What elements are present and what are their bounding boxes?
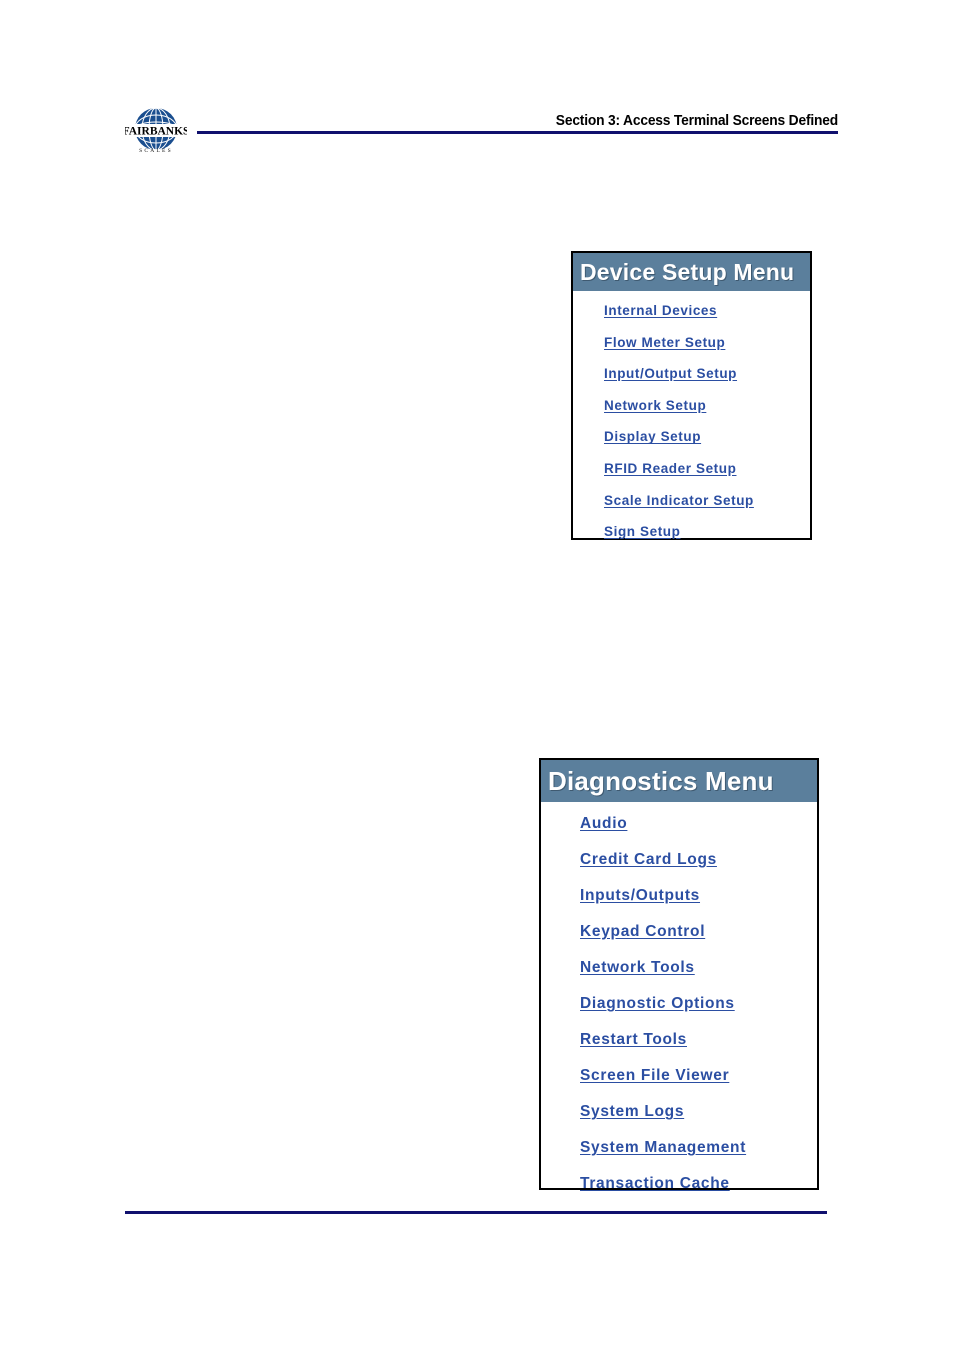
menu-item-restart-tools[interactable]: Restart Tools [580,1031,817,1049]
menu-item-display-setup[interactable]: Display Setup [604,429,810,444]
header-divider-rule [197,131,838,134]
menu-item-keypad-control[interactable]: Keypad Control [580,923,817,941]
menu-item-transaction-cache[interactable]: Transaction Cache [580,1175,817,1193]
diagnostics-menu-header: Diagnostics Menu [541,760,817,802]
diagnostics-menu-title: Diagnostics Menu [548,765,774,796]
device-setup-menu-panel: Device Setup Menu Internal Devices Flow … [571,251,812,540]
page-header: FAIRBANKS SCALES Section 3: Access Termi… [0,0,954,170]
menu-item-sign-setup[interactable]: Sign Setup [604,524,810,539]
menu-item-credit-card-logs[interactable]: Credit Card Logs [580,851,817,869]
menu-item-internal-devices[interactable]: Internal Devices [604,303,810,318]
menu-item-flow-meter-setup[interactable]: Flow Meter Setup [604,335,810,350]
page-section-title: Section 3: Access Terminal Screens Defin… [555,112,838,129]
menu-item-rfid-reader-setup[interactable]: RFID Reader Setup [604,461,810,476]
fairbanks-scales-logo: FAIRBANKS SCALES [125,103,187,159]
menu-item-diagnostic-options[interactable]: Diagnostic Options [580,995,817,1013]
menu-item-input-output-setup[interactable]: Input/Output Setup [604,366,810,381]
logo-subtext: SCALES [139,148,173,154]
menu-item-scale-indicator-setup[interactable]: Scale Indicator Setup [604,493,810,508]
device-setup-menu-header: Device Setup Menu [573,253,810,291]
diagnostics-menu-panel: Diagnostics Menu Audio Credit Card Logs … [539,758,819,1193]
diagnostics-menu-body: Audio Credit Card Logs Inputs/Outputs Ke… [541,802,817,1193]
logo-wordmark: FAIRBANKS [125,126,187,138]
menu-item-audio[interactable]: Audio [580,815,817,833]
menu-item-system-management[interactable]: System Management [580,1139,817,1157]
globe-icon: FAIRBANKS SCALES [125,103,187,159]
device-setup-menu-title: Device Setup Menu [580,258,795,285]
menu-item-inputs-outputs[interactable]: Inputs/Outputs [580,887,817,905]
menu-item-system-logs[interactable]: System Logs [580,1103,817,1121]
menu-item-network-setup[interactable]: Network Setup [604,398,810,413]
menu-item-screen-file-viewer[interactable]: Screen File Viewer [580,1067,817,1085]
device-setup-menu-body: Internal Devices Flow Meter Setup Input/… [573,291,810,539]
menu-item-network-tools[interactable]: Network Tools [580,959,817,977]
footer-divider-rule [125,1211,827,1214]
